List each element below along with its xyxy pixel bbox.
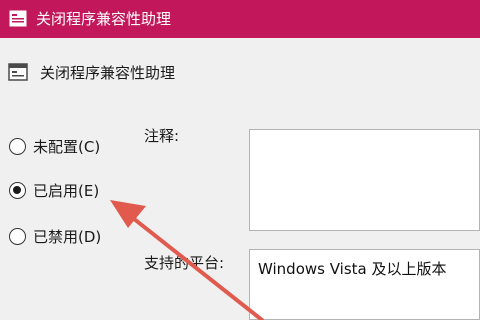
window-titlebar[interactable]: 关闭程序兼容性助理 [0,0,480,38]
radio-label: 已启用(E) [33,182,100,200]
policy-title: 关闭程序兼容性助理 [40,64,176,82]
radio-button[interactable] [9,182,26,199]
supported-platform-label: 支持的平台: [144,254,225,272]
comment-label: 注释: [144,127,180,145]
radio-not-configured[interactable]: 未配置(C) [9,136,100,157]
supported-platform-value: Windows Vista 及以上版本 [258,260,447,278]
policy-settings-icon [9,10,27,27]
comment-textbox[interactable] [249,129,480,231]
radio-button[interactable] [9,228,26,245]
policy-settings-icon [8,63,28,81]
radio-disabled[interactable]: 已禁用(D) [9,226,101,247]
radio-label: 已禁用(D) [33,228,102,246]
radio-enabled[interactable]: 已启用(E) [9,180,99,201]
radio-label: 未配置(C) [33,138,101,156]
window-title: 关闭程序兼容性助理 [36,10,172,28]
radio-button[interactable] [9,138,26,155]
